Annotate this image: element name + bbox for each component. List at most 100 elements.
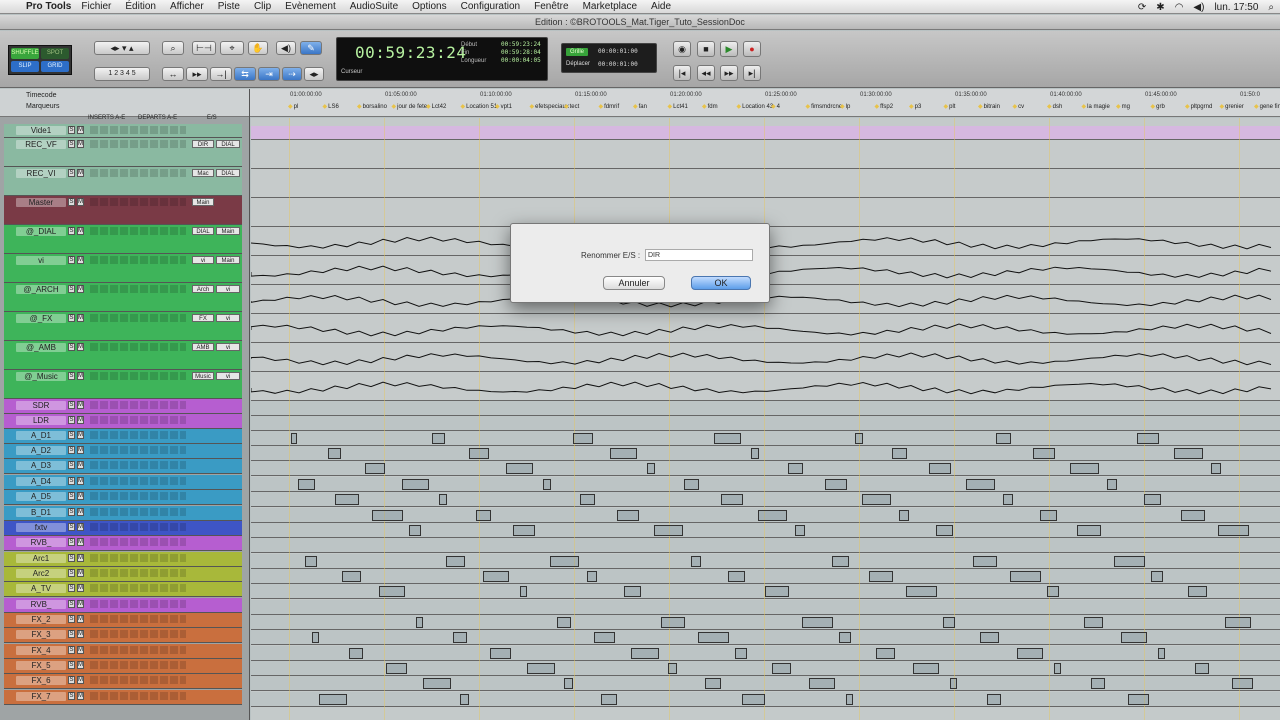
- mute-button[interactable]: M: [77, 314, 84, 322]
- marker[interactable]: vpt1: [495, 103, 512, 110]
- marker[interactable]: la magie: [1082, 103, 1110, 110]
- pencil-tool-icon[interactable]: ✎: [300, 41, 322, 55]
- track-18[interactable]: fxtv S M: [4, 521, 242, 536]
- mode-spot[interactable]: SPOT: [41, 48, 69, 59]
- output-selector[interactable]: Main: [216, 256, 240, 264]
- track-26[interactable]: FX_4 S M: [4, 644, 242, 659]
- insert-slots[interactable]: [90, 646, 186, 654]
- insert-slots[interactable]: [90, 569, 186, 577]
- marker-ruler[interactable]: pl LS6 borsalino jour de feteLct42 Location …: [250, 103, 1280, 112]
- marker[interactable]: plt: [944, 103, 955, 110]
- mute-button[interactable]: M: [77, 461, 84, 469]
- mute-button[interactable]: M: [77, 615, 84, 623]
- menu-aide[interactable]: Aide: [651, 1, 671, 12]
- track-name[interactable]: A_D1: [16, 431, 66, 440]
- mute-button[interactable]: M: [77, 676, 84, 684]
- input-selector[interactable]: DIR: [192, 140, 214, 148]
- track-22[interactable]: A_TV S M: [4, 582, 242, 597]
- marker[interactable]: jour de fete: [392, 103, 427, 110]
- marker[interactable]: grb: [1151, 103, 1165, 110]
- input-selector[interactable]: Mac: [192, 169, 214, 177]
- edit-window-tracks[interactable]: [251, 118, 1280, 720]
- mute-button[interactable]: M: [77, 508, 84, 516]
- solo-button[interactable]: S: [68, 198, 75, 206]
- mute-button[interactable]: M: [77, 126, 84, 134]
- ok-button[interactable]: OK: [691, 276, 751, 290]
- solo-button[interactable]: S: [68, 538, 75, 546]
- track-1[interactable]: REC_VF S M DIR DIAL: [4, 138, 242, 167]
- nudge-value[interactable]: 00:00:01:00: [598, 61, 638, 68]
- track-name[interactable]: Vide1: [16, 126, 66, 135]
- track-name[interactable]: B_D1: [16, 508, 66, 517]
- input-selector[interactable]: Music: [192, 372, 214, 380]
- nudge-right-icon[interactable]: ▸▸: [186, 67, 208, 81]
- mute-button[interactable]: M: [77, 416, 84, 424]
- marker[interactable]: mg: [1116, 103, 1130, 110]
- output-selector[interactable]: vi: [216, 285, 240, 293]
- output-selector[interactable]: Main: [216, 227, 240, 235]
- main-counter[interactable]: 00:59:23:24 Curseur Début Fin Longueur 0…: [336, 37, 548, 81]
- mute-button[interactable]: M: [77, 431, 84, 439]
- insert-slots[interactable]: [90, 314, 186, 322]
- track-0[interactable]: Vide1 S M: [4, 124, 242, 138]
- track-17[interactable]: B_D1 S M: [4, 506, 242, 521]
- clock[interactable]: lun. 17:50: [1214, 2, 1258, 13]
- volume-automation-line[interactable]: [251, 352, 1272, 366]
- track-6[interactable]: @_ARCH S M Arch vi: [4, 283, 242, 312]
- forward-icon[interactable]: ▸▸: [720, 65, 738, 81]
- track-name[interactable]: FX_4: [16, 646, 66, 655]
- mute-button[interactable]: M: [77, 554, 84, 562]
- menu-fichier[interactable]: Fichier: [81, 1, 111, 12]
- track-name[interactable]: Master: [16, 198, 66, 207]
- track-name[interactable]: @_ARCH: [16, 285, 66, 294]
- menu-options[interactable]: Options: [412, 1, 446, 12]
- zoom-buttons[interactable]: ◂▸ ▾ ▴: [94, 41, 150, 55]
- grabber-tool-icon[interactable]: ✋: [248, 41, 268, 55]
- input-selector[interactable]: FX: [192, 314, 214, 322]
- menu-configuration[interactable]: Configuration: [461, 1, 520, 12]
- solo-button[interactable]: S: [68, 140, 75, 148]
- track-name[interactable]: A_D3: [16, 461, 66, 470]
- track-10[interactable]: SDR S M: [4, 399, 242, 414]
- mute-button[interactable]: M: [77, 285, 84, 293]
- track-25[interactable]: FX_3 S M: [4, 628, 242, 643]
- online-icon[interactable]: ◉: [673, 41, 691, 57]
- insert-slots[interactable]: [90, 661, 186, 669]
- zoom-tool-icon[interactable]: ⌕: [162, 41, 184, 55]
- track-name[interactable]: @_FX: [16, 314, 66, 323]
- insert-slots[interactable]: [90, 140, 186, 148]
- solo-button[interactable]: S: [68, 401, 75, 409]
- marker[interactable]: pl: [288, 103, 299, 110]
- insertion-follows-icon[interactable]: ⇢: [282, 67, 302, 81]
- nudge-label[interactable]: Déplacer: [566, 61, 590, 67]
- menu-afficher[interactable]: Afficher: [170, 1, 204, 12]
- track-name[interactable]: Arc1: [16, 554, 66, 563]
- track-name[interactable]: FX_6: [16, 676, 66, 685]
- link-edit-icon[interactable]: ⇆: [234, 67, 256, 81]
- output-selector[interactable]: DIAL: [216, 140, 240, 148]
- menu-marketplace[interactable]: Marketplace: [583, 1, 637, 12]
- insert-slots[interactable]: [90, 416, 186, 424]
- insert-slots[interactable]: [90, 584, 186, 592]
- marker[interactable]: Location 51: [461, 103, 497, 110]
- play-icon[interactable]: ▶: [720, 41, 738, 57]
- sync-icon[interactable]: ⟳: [1138, 2, 1146, 13]
- mute-button[interactable]: M: [77, 523, 84, 531]
- insert-slots[interactable]: [90, 554, 186, 562]
- track-name[interactable]: FX_7: [16, 692, 66, 701]
- volume-icon[interactable]: ◀): [1193, 2, 1204, 13]
- insert-slots[interactable]: [90, 343, 186, 351]
- insert-slots[interactable]: [90, 600, 186, 608]
- mute-button[interactable]: M: [77, 646, 84, 654]
- track-12[interactable]: A_D1 S M: [4, 429, 242, 444]
- track-14[interactable]: A_D3 S M: [4, 459, 242, 474]
- solo-button[interactable]: S: [68, 461, 75, 469]
- track-28[interactable]: FX_6 S M: [4, 674, 242, 689]
- track-8[interactable]: @_AMB S M AMB vi: [4, 341, 242, 370]
- marker[interactable]: ffsp2: [875, 103, 893, 110]
- track-13[interactable]: A_D2 S M: [4, 444, 242, 459]
- insert-slots[interactable]: [90, 615, 186, 623]
- trim-tool-icon[interactable]: ⊢⊣: [192, 41, 216, 55]
- track-3[interactable]: Master S M Main: [4, 196, 242, 225]
- output-selector[interactable]: DIAL: [216, 169, 240, 177]
